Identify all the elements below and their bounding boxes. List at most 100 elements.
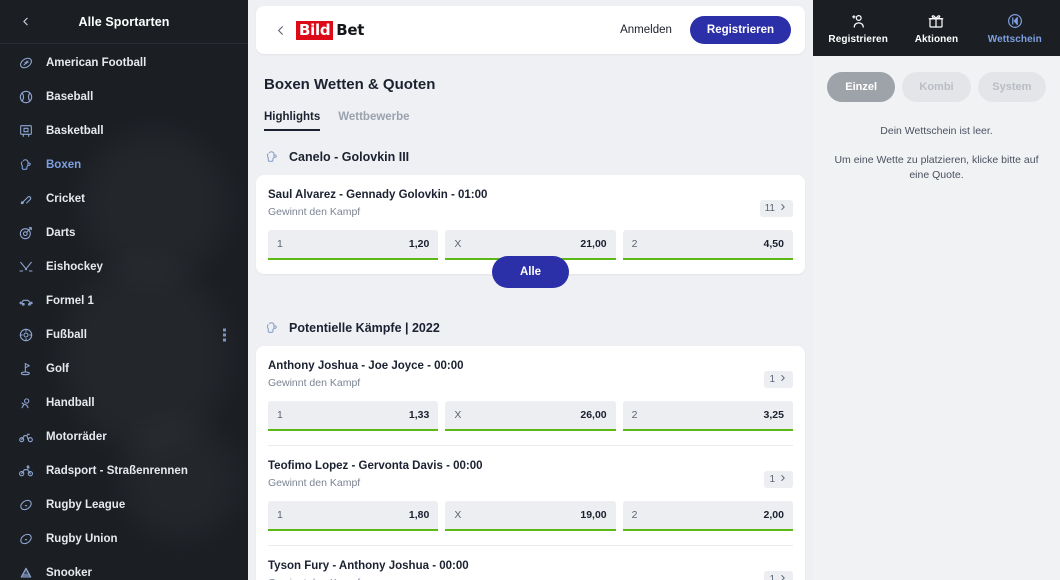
bildbet-logo[interactable]: Bild Bet bbox=[296, 20, 364, 40]
betslip-tab-kombi[interactable]: Kombi bbox=[902, 72, 971, 102]
odds-label: X bbox=[454, 509, 462, 521]
chevron-right-icon bbox=[778, 373, 788, 386]
sidebar-item-label: Eishockey bbox=[46, 261, 103, 273]
sidebar-item-label: Golf bbox=[46, 363, 69, 375]
event-market: Gewinnt den Kampf bbox=[268, 477, 361, 489]
golf-icon bbox=[16, 360, 35, 379]
betslip-tabs: Einzel Kombi System bbox=[827, 72, 1046, 102]
betslip-tab-system[interactable]: System bbox=[977, 72, 1046, 102]
odds-label: 2 bbox=[631, 409, 638, 421]
chevron-left-icon bbox=[277, 25, 283, 35]
event-markets-count-button[interactable]: 1 bbox=[764, 371, 793, 388]
snooker-icon bbox=[16, 564, 35, 580]
sidebar-item-snooker[interactable]: Snooker bbox=[0, 556, 248, 580]
markets-count: 1 bbox=[769, 474, 775, 485]
sidebar-item-radsport-stra-enrennen[interactable]: Radsport - Straßenrennen bbox=[0, 454, 248, 488]
cycling-icon bbox=[16, 462, 35, 481]
panel-nav: Registrieren Aktionen Wettschein bbox=[813, 0, 1060, 56]
odds-button[interactable]: 1 1,33 bbox=[268, 401, 439, 431]
sidebar-list: American Football Baseball Basketball Boxen… bbox=[0, 44, 248, 580]
betslip-tab-label: Einzel bbox=[845, 81, 878, 93]
sidebar-item-boxen[interactable]: Boxen bbox=[0, 148, 248, 182]
event-row: Teofimo Lopez - Gervonta Davis - 00:00 Ge… bbox=[268, 445, 793, 545]
cricket-icon bbox=[16, 190, 35, 209]
sidebar-item-baseball[interactable]: Baseball bbox=[0, 80, 248, 114]
sidebar-item-rugby-league[interactable]: Rugby League bbox=[0, 488, 248, 522]
sidebar-item-fu-ball[interactable]: Fußball bbox=[0, 318, 248, 352]
show-all-button[interactable]: Alle bbox=[491, 256, 570, 288]
sidebar-item-eishockey[interactable]: Eishockey bbox=[0, 250, 248, 284]
events-card: Anthony Joshua - Joe Joyce - 00:00 Gewinn… bbox=[256, 346, 805, 580]
boxing-glove-icon bbox=[264, 320, 280, 336]
odds-button[interactable]: 2 3,25 bbox=[622, 401, 793, 431]
sidebar-item-basketball[interactable]: Basketball bbox=[0, 114, 248, 148]
odds-value: 1,33 bbox=[408, 409, 430, 421]
panel-nav-wettschein[interactable]: Wettschein bbox=[976, 11, 1054, 45]
motorcycle-icon bbox=[16, 428, 35, 447]
odds-row: 1 1,33 X 26,00 2 3,25 bbox=[268, 401, 793, 431]
odds-button[interactable]: X 19,00 bbox=[445, 501, 616, 531]
sidebar-title: Alle Sportarten bbox=[78, 14, 170, 29]
betslip-tab-label: Kombi bbox=[919, 81, 954, 93]
event-markets-count-button[interactable]: 1 bbox=[764, 471, 793, 488]
content-tabs: Highlights Wettbewerbe bbox=[256, 93, 805, 131]
sidebar-item-cricket[interactable]: Cricket bbox=[0, 182, 248, 216]
login-link[interactable]: Anmelden bbox=[620, 24, 672, 36]
tab-label: Wettbewerbe bbox=[338, 111, 410, 123]
odds-button[interactable]: X 26,00 bbox=[445, 401, 616, 431]
event-title[interactable]: Tyson Fury - Anthony Joshua - 00:00 bbox=[268, 559, 764, 574]
page-title: Boxen Wetten & Quoten bbox=[264, 76, 436, 93]
rugby-league-icon bbox=[16, 496, 35, 515]
sidebar-item-label: Snooker bbox=[46, 567, 93, 579]
tab-highlights[interactable]: Highlights bbox=[264, 111, 321, 131]
section-title: Potentielle Kämpfe | 2022 bbox=[289, 321, 440, 335]
sidebar-item-darts[interactable]: Darts bbox=[0, 216, 248, 250]
odds-label: 1 bbox=[277, 409, 283, 421]
odds-button[interactable]: 2 2,00 bbox=[622, 501, 793, 531]
sidebar-item-label: American Football bbox=[46, 57, 147, 69]
sidebar-item-formel-1[interactable]: Formel 1 bbox=[0, 284, 248, 318]
betslip-empty-title: Dein Wettschein ist leer. bbox=[880, 125, 993, 137]
odds-value: 1,80 bbox=[408, 509, 430, 521]
event-markets-count-button[interactable]: 11 bbox=[759, 200, 793, 217]
section-header[interactable]: Canelo - Golovkin III bbox=[256, 131, 805, 175]
content-scroll-area[interactable]: Boxen Wetten & Quoten Highlights Wettbewe… bbox=[248, 54, 813, 580]
betslip-body: Einzel Kombi System Dein Wettschein ist le… bbox=[813, 56, 1060, 580]
sidebar-item-label: Rugby Union bbox=[46, 533, 118, 545]
chevron-left-icon bbox=[22, 17, 28, 26]
sidebar-item-golf[interactable]: Golf bbox=[0, 352, 248, 386]
panel-nav-aktionen[interactable]: Aktionen bbox=[897, 11, 975, 45]
event-header: Saul Alvarez - Gennady Golovkin - 01:00 G… bbox=[268, 188, 793, 219]
event-info: Anthony Joshua - Joe Joyce - 00:00 Gewinn… bbox=[268, 359, 764, 390]
chevron-right-icon bbox=[778, 202, 788, 215]
odds-value: 1,20 bbox=[408, 238, 430, 250]
sidebar-item-rugby-union[interactable]: Rugby Union bbox=[0, 522, 248, 556]
american-football-icon bbox=[16, 54, 35, 73]
formula-one-icon bbox=[16, 292, 35, 311]
event-row: Anthony Joshua - Joe Joyce - 00:00 Gewinn… bbox=[268, 346, 793, 445]
sidebar-item-handball[interactable]: Handball bbox=[0, 386, 248, 420]
event-title[interactable]: Saul Alvarez - Gennady Golovkin - 01:00 bbox=[268, 188, 760, 203]
event-header: Teofimo Lopez - Gervonta Davis - 00:00 Ge… bbox=[268, 459, 793, 490]
event-markets-count-button[interactable]: 1 bbox=[764, 571, 793, 580]
section-header[interactable]: Potentielle Kämpfe | 2022 bbox=[256, 302, 805, 346]
odds-value: 3,25 bbox=[763, 409, 784, 421]
tab-wettbewerbe[interactable]: Wettbewerbe bbox=[338, 111, 409, 131]
betslip-tab-einzel[interactable]: Einzel bbox=[827, 72, 896, 102]
betslip-icon bbox=[1005, 11, 1025, 31]
ice-hockey-icon bbox=[16, 258, 35, 277]
boxing-glove-icon bbox=[16, 156, 35, 175]
odds-button[interactable]: 1 1,80 bbox=[268, 501, 439, 531]
register-button[interactable]: Registrieren bbox=[689, 16, 791, 44]
sidebar-item-american-football[interactable]: American Football bbox=[0, 46, 248, 80]
sidebar-item-menu-button[interactable] bbox=[223, 328, 226, 342]
panel-nav-registrieren[interactable]: Registrieren bbox=[819, 11, 897, 45]
sidebar-item-motorr-der[interactable]: Motorräder bbox=[0, 420, 248, 454]
sidebar-item-label: Baseball bbox=[46, 91, 94, 103]
sidebar-item-label: Darts bbox=[46, 227, 76, 239]
app-root: Alle Sportarten American Football Basebal… bbox=[0, 0, 1060, 580]
topbar-back-button[interactable] bbox=[270, 20, 290, 40]
event-title[interactable]: Teofimo Lopez - Gervonta Davis - 00:00 bbox=[268, 459, 764, 474]
sidebar-back-button[interactable] bbox=[14, 11, 36, 33]
event-title[interactable]: Anthony Joshua - Joe Joyce - 00:00 bbox=[268, 359, 764, 374]
